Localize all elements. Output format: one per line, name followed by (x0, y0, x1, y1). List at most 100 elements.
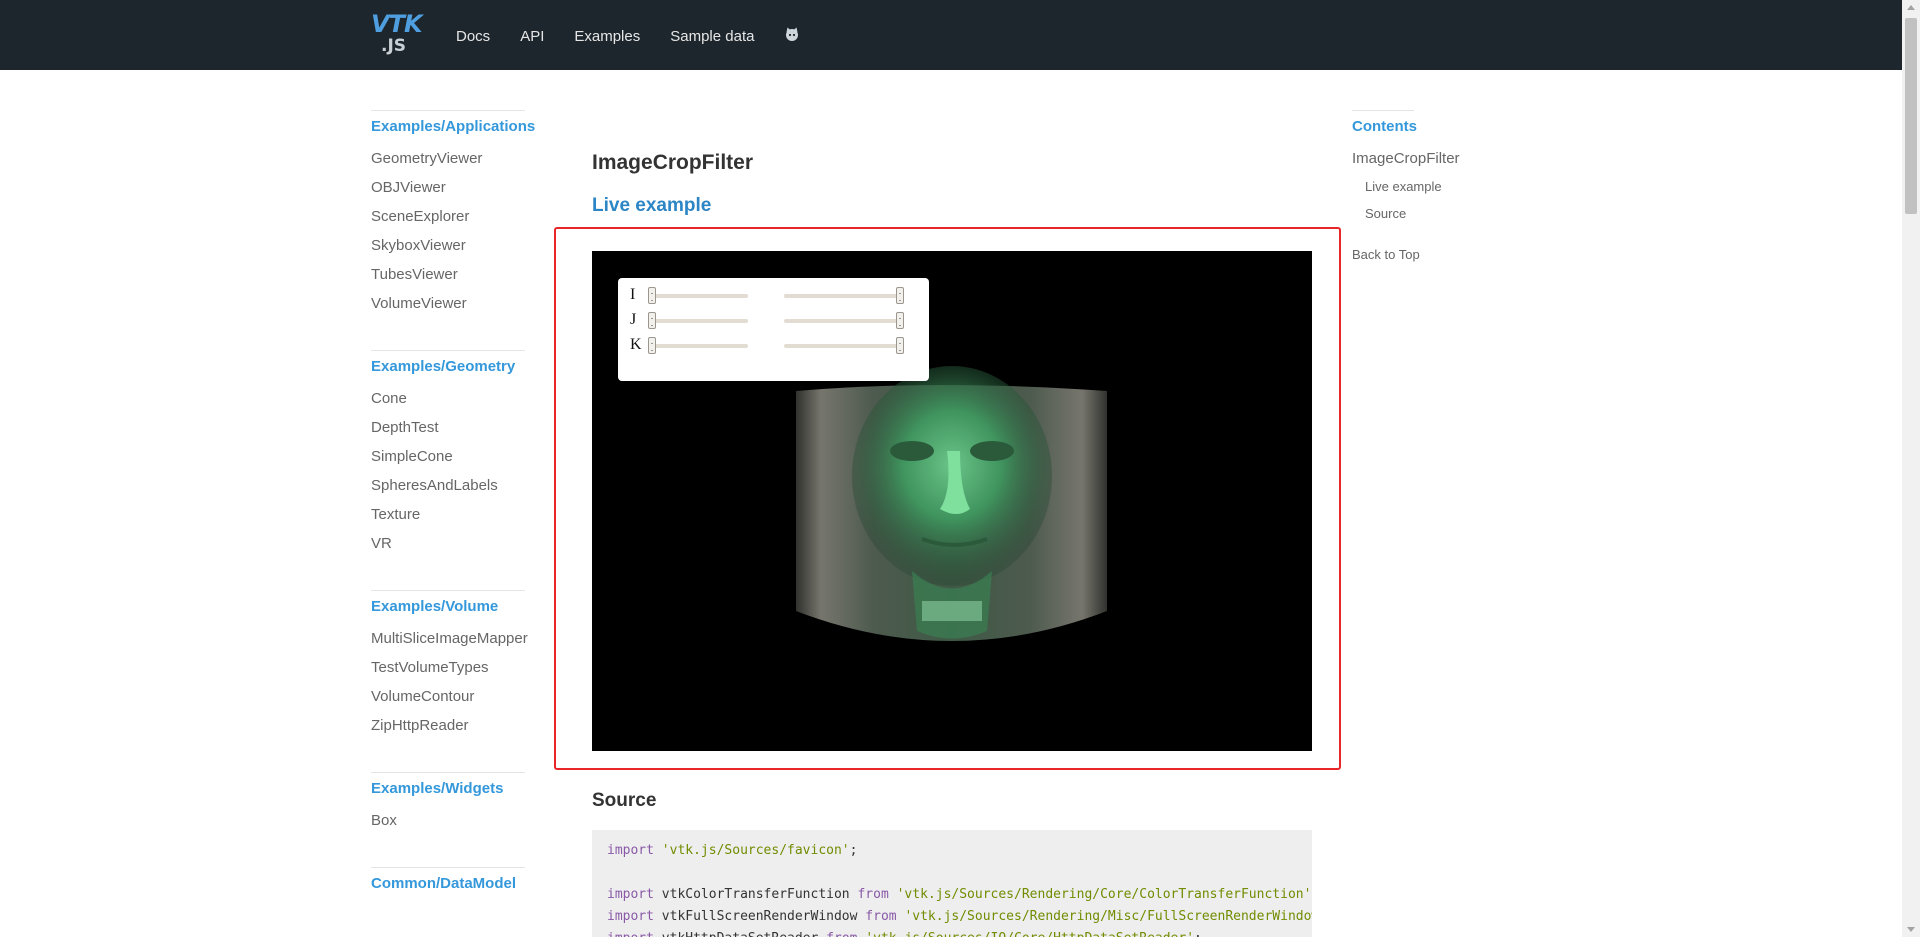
crop-max-slider[interactable] (784, 294, 904, 298)
sidebar-group-title[interactable]: Examples/Volume (371, 598, 531, 615)
github-link[interactable] (784, 26, 800, 46)
top-navbar: VTK .JS Docs API Examples Sample data (0, 0, 1902, 70)
examples-sidebar: Examples/Applications GeometryViewer OBJVi… (371, 110, 535, 924)
code-line: import vtkHttpDataSetReader from 'vtk.js… (607, 928, 1297, 937)
sidebar-item[interactable]: DepthTest (371, 413, 531, 442)
code-token: import (607, 931, 662, 937)
sidebar-item[interactable]: OBJViewer (371, 173, 531, 202)
sidebar-group-title[interactable]: Common/DataModel (371, 875, 531, 892)
code-line: import 'vtk.js/Sources/favicon'; (607, 840, 1297, 862)
sidebar-item[interactable]: TestVolumeTypes (371, 653, 531, 682)
back-to-top-link[interactable]: Back to Top (1352, 247, 1512, 262)
sidebar-divider (371, 772, 525, 773)
crop-row-k: K (618, 336, 929, 356)
crop-axis-label: J (630, 311, 637, 328)
sidebar-item[interactable]: VolumeContour (371, 682, 531, 711)
code-token: import (607, 843, 662, 858)
sidebar-item[interactable]: Texture (371, 500, 531, 529)
code-token: 'vtk.js/Sources/Rendering/Misc/FullScree… (904, 909, 1312, 924)
sidebar-item[interactable]: ZipHttpReader (371, 711, 531, 740)
code-token: 'vtk.js/Sources/favicon' (661, 843, 850, 858)
code-token: import (607, 909, 662, 924)
sidebar-divider (371, 110, 525, 111)
sidebar-group-title[interactable]: Examples/Applications (371, 118, 535, 135)
crop-row-j: J (618, 311, 929, 331)
sidebar-divider (371, 590, 525, 591)
sidebar-item[interactable]: VR (371, 529, 531, 558)
sidebar-item[interactable]: SpheresAndLabels (371, 471, 531, 500)
source-code: import 'vtk.js/Sources/favicon'; import … (592, 830, 1312, 937)
slider-handle[interactable] (896, 312, 904, 329)
sidebar-group-title[interactable]: Examples/Widgets (371, 780, 531, 797)
code-token: 'vtk.js/Sources/IO/Core/HttpDataSetReade… (865, 931, 1194, 937)
code-token: ; (849, 843, 858, 858)
code-line: import vtkColorTransferFunction from 'vt… (607, 884, 1312, 906)
code-token: 'vtk.js/Sources/Rendering/Core/ColorTran… (896, 887, 1312, 902)
crop-axis-label: K (630, 336, 642, 353)
toc-item-imagecropfilter[interactable]: ImageCropFilter (1352, 145, 1512, 173)
sidebar-item[interactable]: GeometryViewer (371, 144, 531, 173)
crop-min-slider[interactable] (650, 294, 748, 298)
code-token: import (607, 887, 662, 902)
sidebar-divider (371, 350, 525, 351)
code-token: vtkColorTransferFunction (661, 887, 858, 902)
crop-row-i: I (618, 286, 929, 306)
main-nav: Docs API Examples Sample data (456, 26, 830, 46)
toc-title: Contents (1352, 118, 1417, 135)
nav-api[interactable]: API (520, 28, 544, 45)
table-of-contents: Contents ImageCropFilter Live example So… (1352, 110, 1512, 262)
nav-sample-data[interactable]: Sample data (670, 28, 754, 45)
live-example-heading[interactable]: Live example (592, 195, 711, 217)
toc-item-live-example[interactable]: Live example (1352, 173, 1512, 200)
slider-handle[interactable] (648, 312, 656, 329)
scroll-up-icon[interactable] (1907, 5, 1915, 10)
sidebar-item[interactable]: SkyboxViewer (371, 231, 531, 260)
crop-max-slider[interactable] (784, 344, 904, 348)
crop-min-slider[interactable] (650, 319, 748, 323)
nav-docs[interactable]: Docs (456, 28, 490, 45)
sidebar-item[interactable]: MultiSliceImageMapper (371, 624, 531, 653)
sidebar-group: Common/DataModel (371, 867, 531, 892)
slider-handle[interactable] (896, 287, 904, 304)
page-title: ImageCropFilter (592, 151, 754, 174)
logo-js-text: .JS (381, 36, 407, 56)
sidebar-group: Examples/Applications GeometryViewer OBJVi… (371, 110, 535, 318)
sidebar-item[interactable]: VolumeViewer (371, 289, 531, 318)
slider-handle[interactable] (648, 287, 656, 304)
code-token: ; (1194, 931, 1202, 937)
sidebar-item[interactable]: Cone (371, 384, 531, 413)
toc-item-source[interactable]: Source (1352, 200, 1512, 227)
crop-max-slider[interactable] (784, 319, 904, 323)
code-token: from (865, 909, 905, 924)
source-heading: Source (592, 790, 657, 811)
code-token: vtkFullScreenRenderWindow (661, 909, 866, 924)
sidebar-group-title[interactable]: Examples/Geometry (371, 358, 531, 375)
logo-vtk-text: VTK (371, 10, 423, 38)
sidebar-group: Examples/Geometry Cone DepthTest SimpleCone… (371, 350, 531, 558)
sidebar-item[interactable]: SceneExplorer (371, 202, 531, 231)
slider-handle[interactable] (648, 337, 656, 354)
sidebar-group: Examples/Widgets Box (371, 772, 531, 835)
sidebar-item[interactable]: SimpleCone (371, 442, 531, 471)
render-viewport[interactable]: IJK (592, 251, 1312, 751)
scroll-down-icon[interactable] (1907, 927, 1915, 932)
vtkjs-logo[interactable]: VTK .JS (371, 10, 423, 56)
code-line: import vtkFullScreenRenderWindow from 'v… (607, 906, 1312, 928)
toc-divider (1352, 110, 1414, 111)
crop-axis-label: I (630, 286, 636, 303)
code-token: vtkHttpDataSetReader (662, 931, 826, 937)
page-scrollbar[interactable] (1902, 0, 1920, 937)
scrollbar-thumb[interactable] (1905, 18, 1917, 214)
nav-examples[interactable]: Examples (574, 28, 640, 45)
crop-min-slider[interactable] (650, 344, 748, 348)
code-token: ; (1311, 887, 1312, 902)
github-icon (786, 27, 799, 41)
sidebar-divider (371, 867, 525, 868)
crop-controls-panel: IJK (618, 278, 929, 381)
sidebar-item[interactable]: Box (371, 806, 531, 835)
code-token: from (857, 887, 897, 902)
code-token: from (826, 931, 865, 937)
slider-handle[interactable] (896, 337, 904, 354)
sidebar-item[interactable]: TubesViewer (371, 260, 531, 289)
